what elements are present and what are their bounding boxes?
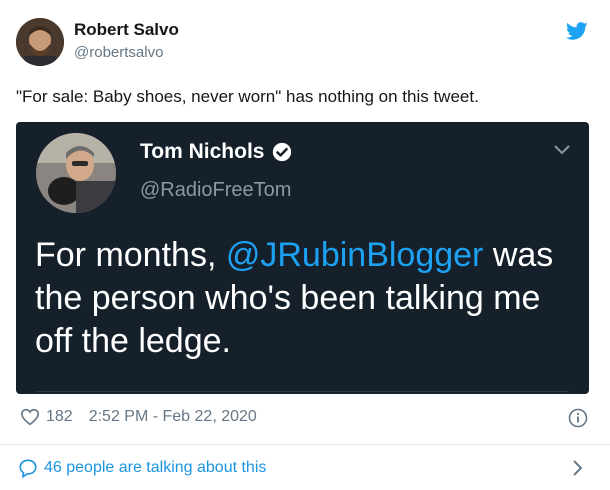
embedded-tweet-image[interactable]: Tom Nichols @RadioFreeTom For months, @J… [16,122,589,394]
embedded-mention: @JRubinBlogger [225,236,484,274]
author-avatar[interactable] [16,18,64,66]
like-count[interactable]: 182 [46,408,73,426]
info-icon[interactable] [568,408,588,428]
heart-icon[interactable] [20,408,40,426]
embedded-divider [36,391,569,392]
embedded-author-name: Tom Nichols [140,140,265,163]
speech-bubble-icon [19,459,37,478]
tweet-text: "For sale: Baby shoes, never worn" has n… [16,87,479,106]
verified-badge-icon [273,142,292,162]
embedded-tweet-text: For months, @JRubinBlogger was the perso… [35,234,580,363]
chevron-right-icon[interactable] [572,459,584,477]
conversation-link[interactable]: 46 people are talking about this [18,458,266,478]
divider [0,444,610,445]
conversation-text[interactable]: 46 people are talking about this [44,459,266,477]
embedded-text-before: For months, [35,236,226,274]
author-handle[interactable]: @robertsalvo [74,44,163,61]
tweet-meta: 182 2:52 PM - Feb 22, 2020 [20,408,257,426]
tweet-timestamp[interactable]: 2:52 PM - Feb 22, 2020 [89,408,257,426]
twitter-bird-icon[interactable] [566,20,588,42]
embedded-author-name-row: Tom Nichols [140,140,292,164]
author-name[interactable]: Robert Salvo [74,20,179,40]
embedded-author-handle: @RadioFreeTom [140,179,292,201]
chevron-down-icon [554,145,570,155]
embedded-author-avatar [36,133,116,213]
